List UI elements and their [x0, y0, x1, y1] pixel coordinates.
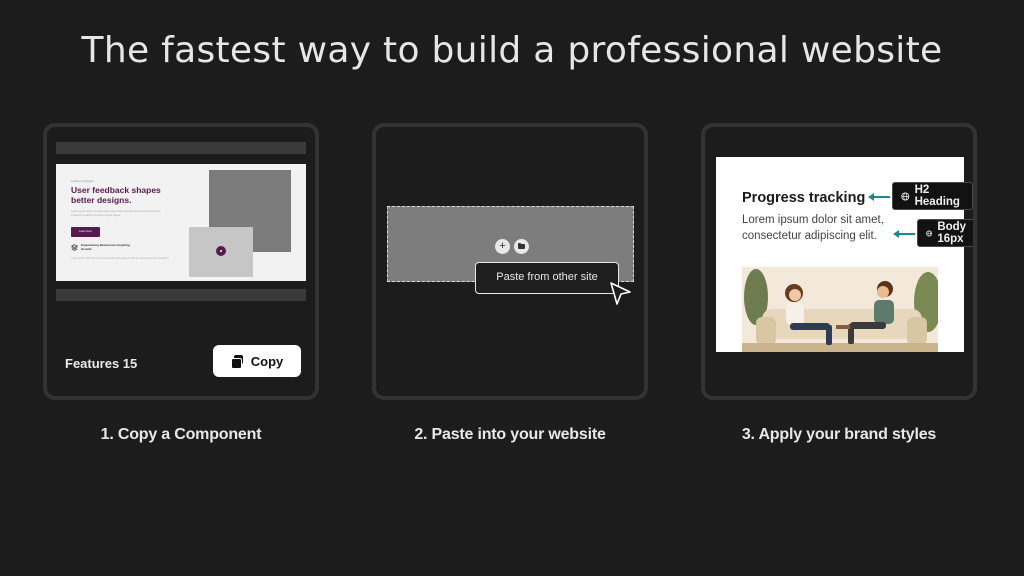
- copy-component-card: Feature Highlight User feedback shapes b…: [43, 123, 319, 400]
- preview-bottom-strip: [56, 289, 306, 301]
- preview-heading: Progress tracking: [742, 190, 866, 206]
- layers-icon: [71, 244, 78, 251]
- preview-title: User feedback shapes better designs.: [71, 185, 161, 205]
- body-16px-tag[interactable]: Body 16px: [917, 219, 973, 247]
- globe-icon: [926, 230, 933, 236]
- preview-eyebrow: Feature Highlight: [71, 179, 94, 183]
- globe-icon: [901, 191, 910, 201]
- page-headline: The fastest way to build a professional …: [81, 30, 943, 71]
- arrow-left-icon: [893, 230, 915, 238]
- folder-icon[interactable]: [514, 239, 529, 254]
- h2-heading-tag-label: H2 Heading: [914, 184, 960, 208]
- preview-body-text: Lorem ipsum dolor sit amet, consectetur …: [742, 214, 884, 242]
- component-name: Features 15: [65, 356, 138, 371]
- cursor-icon: [610, 282, 631, 305]
- brand-styles-card: Progress tracking Lorem ipsum dolor sit …: [701, 123, 977, 400]
- copy-icon: [230, 355, 243, 369]
- preview-feature: Empowering Businesses Inspiring Growth: [81, 243, 131, 251]
- step-2-caption: 2. Paste into your website: [414, 426, 606, 443]
- paste-from-other-site-button[interactable]: Paste from other site: [475, 262, 619, 294]
- preview-top-strip: [56, 142, 306, 154]
- preview-cta-button: Learn more: [71, 227, 100, 237]
- add-icon[interactable]: +: [495, 239, 510, 254]
- copy-button[interactable]: Copy: [213, 345, 301, 377]
- arrow-left-icon: [868, 193, 890, 201]
- preview-body: Lorem ipsum dolor sit amet consectetur a…: [71, 210, 161, 217]
- play-icon: [216, 246, 226, 256]
- copy-button-label: Copy: [250, 353, 284, 369]
- people-illustration: [742, 267, 938, 352]
- body-16px-tag-label: Body 16px: [937, 221, 967, 245]
- step-1-caption: 1. Copy a Component: [100, 426, 262, 443]
- paste-card: + Paste from other site: [372, 123, 648, 400]
- component-preview[interactable]: Feature Highlight User feedback shapes b…: [56, 164, 306, 281]
- step-3-caption: 3. Apply your brand styles: [741, 426, 937, 443]
- h2-heading-tag[interactable]: H2 Heading: [892, 182, 973, 210]
- preview-footer: Lorem ipsum dolor sit amet consectetur a…: [71, 257, 170, 260]
